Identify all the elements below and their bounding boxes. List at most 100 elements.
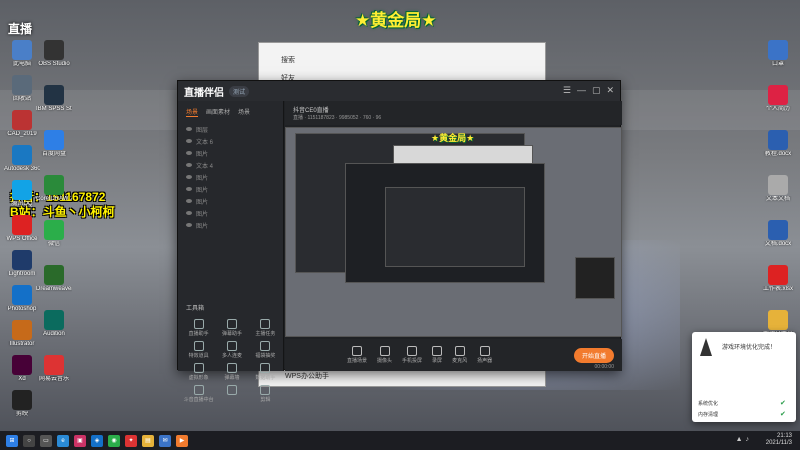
desktop-icon[interactable]: WPS Office bbox=[4, 215, 40, 243]
minimize-icon[interactable]: — bbox=[577, 85, 586, 96]
desktop-icon[interactable]: Photoshop bbox=[4, 285, 40, 313]
desktop-icon[interactable]: 百度网盘 bbox=[36, 130, 72, 158]
tool-item[interactable]: 剪辑 bbox=[249, 385, 282, 403]
desktop-icon[interactable]: 工作表.xlsx bbox=[760, 265, 796, 293]
desktop-icon[interactable]: OBS Studio bbox=[36, 40, 72, 68]
taskbar-app-icon[interactable]: ✉ bbox=[159, 434, 171, 447]
taskbar-app-icon[interactable]: ○ bbox=[23, 434, 35, 447]
eye-icon[interactable] bbox=[186, 151, 192, 155]
tools-title: 工具箱 bbox=[186, 306, 205, 312]
desktop-icon[interactable]: Autodesk 360 bbox=[4, 145, 40, 173]
desktop-icon[interactable]: 口罩 bbox=[760, 40, 796, 68]
desktop-icon[interactable]: 文档.docx bbox=[760, 220, 796, 248]
control-label: 麦克风 bbox=[452, 358, 468, 364]
source-item[interactable]: 图层 bbox=[178, 123, 283, 135]
app-icon bbox=[768, 220, 788, 240]
tool-item[interactable]: 特效道具 bbox=[182, 341, 215, 359]
eye-icon[interactable] bbox=[186, 223, 192, 227]
desktop-icon[interactable]: Lightroom bbox=[4, 250, 40, 278]
app-icon bbox=[12, 320, 32, 340]
menu-icon[interactable]: ☰ bbox=[563, 85, 571, 96]
source-item[interactable]: 图片 bbox=[178, 171, 283, 183]
source-item-label: 文本 6 bbox=[196, 139, 214, 146]
bg-window-search[interactable]: 搜索 bbox=[281, 55, 295, 65]
tool-item[interactable]: 数据助手 bbox=[249, 363, 282, 381]
desktop-icon[interactable]: Audition bbox=[36, 310, 72, 338]
tool-item[interactable]: 弹幕墙 bbox=[215, 363, 248, 381]
tool-item[interactable] bbox=[215, 385, 248, 403]
desktop-icon[interactable]: 此电脑 bbox=[4, 40, 40, 68]
eye-icon[interactable] bbox=[186, 127, 192, 131]
source-item[interactable]: 图片 bbox=[178, 207, 283, 219]
eye-icon[interactable] bbox=[186, 175, 192, 179]
desktop-icon[interactable]: 个人简历 bbox=[760, 85, 796, 113]
taskbar-app-icon[interactable]: ▭ bbox=[40, 434, 52, 447]
desktop-icon[interactable]: 回收站 bbox=[4, 75, 40, 103]
tool-label: 数据助手 bbox=[255, 375, 276, 381]
desktop-icon-label: 教程.docx bbox=[764, 151, 792, 157]
control-button[interactable]: 麦克风 bbox=[452, 346, 467, 364]
desktop-icon[interactable]: 剪映 bbox=[4, 390, 40, 418]
source-item[interactable]: 文本 6 bbox=[178, 135, 283, 147]
taskbar-app-icon[interactable]: ◈ bbox=[91, 434, 103, 447]
desktop-icon[interactable]: CAD_2019 bbox=[4, 110, 40, 138]
tab-scenes-2[interactable]: 场景 bbox=[238, 107, 250, 117]
source-item[interactable]: 图片 bbox=[178, 219, 283, 231]
control-button[interactable]: 录屏 bbox=[432, 346, 442, 364]
tool-item[interactable]: 直播助手 bbox=[182, 319, 215, 337]
clock[interactable]: 21:13 2021/11/3 bbox=[766, 433, 792, 447]
eye-icon[interactable] bbox=[186, 163, 192, 167]
live-companion-window[interactable]: 直播伴侣 测试 ☰ — ▢ ✕ 场景 画面素材 场景 图层 文本 6 图片 文本 4图… bbox=[177, 80, 622, 403]
control-button[interactable]: 扬声器 bbox=[477, 346, 492, 364]
control-button[interactable]: 直播场景 bbox=[347, 346, 367, 364]
app-icon bbox=[12, 40, 32, 60]
source-item[interactable]: 图片 bbox=[178, 147, 283, 159]
app-titlebar[interactable]: 直播伴侣 测试 ☰ — ▢ ✕ bbox=[178, 81, 620, 101]
control-button[interactable]: 手机投屏 bbox=[402, 346, 422, 364]
maximize-icon[interactable]: ▢ bbox=[592, 85, 601, 96]
source-item[interactable]: 图片 bbox=[178, 195, 283, 207]
eye-icon[interactable] bbox=[186, 187, 192, 191]
taskbar-app-icon[interactable]: ◉ bbox=[108, 434, 120, 447]
eye-icon[interactable] bbox=[186, 211, 192, 215]
desktop-icon[interactable]: Illustrator bbox=[4, 320, 40, 348]
close-icon[interactable]: ✕ bbox=[606, 85, 614, 96]
tool-item[interactable]: 虚拟形象 bbox=[182, 363, 215, 381]
tool-item[interactable]: 主播任务 bbox=[249, 319, 282, 337]
eye-icon[interactable] bbox=[186, 139, 192, 143]
volume-icon[interactable]: ♪ bbox=[746, 436, 753, 443]
taskbar-app-icon[interactable]: ⊞ bbox=[6, 434, 18, 447]
tool-item[interactable]: 弹幕助手 bbox=[215, 319, 248, 337]
tool-item[interactable]: 多人连麦 bbox=[215, 341, 248, 359]
desktop-icon[interactable]: 教程.docx bbox=[760, 130, 796, 158]
desktop-icon[interactable]: CorelDRAW 2020 bbox=[36, 175, 72, 203]
desktop-icon[interactable]: IBM SPSS Statistics 21 bbox=[36, 85, 72, 113]
network-icon[interactable]: ▲ bbox=[736, 436, 746, 443]
optimization-notification[interactable]: 游戏环境优化完成！ 系统优化 ✔ 内存清理 ✔ bbox=[692, 332, 796, 422]
taskbar-app-icon[interactable]: ▶ bbox=[176, 434, 188, 447]
taskbar-app-icon[interactable]: e bbox=[57, 434, 69, 447]
desktop-icon[interactable]: 文本文档 bbox=[760, 175, 796, 203]
start-live-button[interactable]: 开始直播 bbox=[573, 348, 614, 363]
desktop-icon[interactable]: Dreamweaver bbox=[36, 265, 72, 293]
eye-icon[interactable] bbox=[186, 199, 192, 203]
stream-preview[interactable]: ★黄金局★ bbox=[285, 127, 622, 337]
desktop-icon[interactable]: 腾讯QQ bbox=[4, 180, 40, 208]
tool-label: 福袋抽奖 bbox=[255, 353, 276, 359]
bg-window-footer-item[interactable]: WPS办公助手 bbox=[285, 371, 329, 381]
app-icon bbox=[44, 40, 64, 60]
control-button[interactable]: 摄像头 bbox=[377, 346, 392, 364]
desktop-icon[interactable]: 微信 bbox=[36, 220, 72, 248]
tab-scenes[interactable]: 场景 bbox=[186, 107, 199, 117]
tool-item[interactable]: 斗音直播中台 bbox=[182, 385, 215, 403]
taskbar-app-icon[interactable]: ▣ bbox=[74, 434, 86, 447]
tool-item[interactable]: 福袋抽奖 bbox=[249, 341, 282, 359]
source-item[interactable]: 文本 4 bbox=[178, 159, 283, 171]
taskbar-app-icon[interactable]: ▤ bbox=[142, 434, 154, 447]
app-icon bbox=[44, 265, 64, 285]
desktop-icon[interactable]: 网易云音乐 bbox=[36, 355, 72, 383]
source-item[interactable]: 图片 bbox=[178, 183, 283, 195]
tab-materials[interactable]: 画面素材 bbox=[206, 107, 230, 117]
desktop-icon[interactable]: Xd bbox=[4, 355, 40, 383]
taskbar-app-icon[interactable]: ✦ bbox=[125, 434, 137, 447]
